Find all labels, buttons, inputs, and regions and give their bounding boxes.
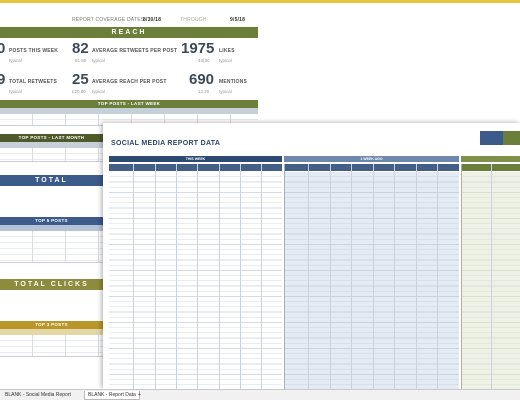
this-week-column-header bbox=[109, 164, 282, 171]
grid-line bbox=[491, 164, 492, 389]
tab-report-data[interactable]: BLANK - Report Data bbox=[84, 391, 140, 400]
legend-green-swatch bbox=[503, 131, 520, 145]
grid-line bbox=[308, 164, 309, 389]
metric-typical-label: typical bbox=[92, 58, 105, 63]
metric-typical-value: 81.90 bbox=[75, 58, 87, 63]
grid-line bbox=[219, 164, 220, 389]
metric-label: AVERAGE REACH PER POST bbox=[92, 79, 167, 85]
side-legend-block bbox=[480, 131, 520, 149]
legend-blue-swatch bbox=[480, 131, 503, 145]
reach-header: REACH bbox=[0, 27, 258, 38]
week-ago-column-header bbox=[284, 164, 459, 171]
metric-typical-label: typical bbox=[9, 58, 22, 63]
top5-posts-table bbox=[0, 231, 103, 263]
sheet-tab-bar: BLANK - Social Media Report BLANK - Repo… bbox=[0, 389, 520, 400]
metric-value: 82 bbox=[72, 40, 89, 57]
grid-line bbox=[330, 164, 331, 389]
grid-line bbox=[176, 164, 177, 389]
week-ago-rows[interactable] bbox=[284, 172, 459, 389]
coverage-label: REPORT COVERAGE DATES bbox=[72, 17, 145, 23]
top-posts-month-table bbox=[0, 148, 103, 162]
top5-posts-header: TOP 5 POSTS bbox=[0, 217, 103, 225]
grid-line bbox=[261, 164, 262, 389]
end-date[interactable]: 9/5/18 bbox=[230, 17, 245, 23]
grid-line bbox=[197, 164, 198, 389]
metric-value: 9 bbox=[0, 71, 6, 88]
social-media-report-data-sheet: SOCIAL MEDIA REPORT DATA THIS WEEK 1 WEE… bbox=[103, 123, 520, 389]
metric-typical-label: typical bbox=[219, 89, 232, 94]
metric-label: TOTAL RETWEETS bbox=[9, 79, 58, 85]
top3-posts-table bbox=[0, 335, 103, 357]
metric-typical-value: 44(30 bbox=[198, 58, 210, 63]
tab-social-media-report[interactable]: BLANK - Social Media Report bbox=[2, 391, 74, 400]
metric-typical-value: 12.20 bbox=[198, 89, 210, 94]
grid-line bbox=[394, 164, 395, 389]
grid-line bbox=[133, 164, 134, 389]
metric-typical-value: £20.80 bbox=[72, 89, 86, 94]
grid-line bbox=[461, 164, 462, 389]
through-label: THROUGH bbox=[180, 17, 207, 23]
grid-line bbox=[240, 164, 241, 389]
metric-value: 1975 bbox=[181, 40, 215, 57]
metric-value: 690 bbox=[189, 71, 215, 88]
grid-line bbox=[284, 164, 285, 389]
group-this-week: THIS WEEK bbox=[109, 156, 282, 162]
grid-line bbox=[351, 164, 352, 389]
metric-label: POSTS THIS WEEK bbox=[9, 48, 59, 54]
top3-posts-header: TOP 3 POSTS bbox=[0, 321, 103, 329]
add-sheet-button[interactable]: + bbox=[135, 391, 144, 400]
data-sheet-title: SOCIAL MEDIA REPORT DATA bbox=[111, 140, 221, 147]
metric-label: MENTIONS bbox=[219, 79, 247, 85]
start-date[interactable]: 8/30/18 bbox=[143, 17, 161, 23]
metric-value: 0 bbox=[0, 40, 6, 57]
metric-typical-label: typical bbox=[219, 58, 232, 63]
grid-line bbox=[437, 164, 438, 389]
metric-typical-label: typical bbox=[92, 89, 105, 94]
grid-line bbox=[155, 164, 156, 389]
total-clicks-header: TOTAL CLICKS bbox=[0, 279, 103, 290]
top-posts-last-month-header: TOP POSTS - LAST MONTH bbox=[0, 134, 103, 142]
metric-label: LIKES bbox=[219, 48, 235, 54]
group-week-ago: 1 WEEK AGO bbox=[284, 156, 459, 162]
total-engagement-header: TOTAL ENGAGEMENT bbox=[0, 175, 103, 195]
this-week-rows[interactable] bbox=[109, 172, 282, 389]
group-third bbox=[461, 156, 520, 162]
grid-line bbox=[373, 164, 374, 389]
top-posts-last-week-header: TOP POSTS - LAST WEEK bbox=[0, 100, 258, 108]
metric-typical-label: typical bbox=[9, 89, 22, 94]
metric-label: AVERAGE RETWEETS PER POST bbox=[92, 48, 178, 54]
metric-value: 25 bbox=[72, 71, 89, 88]
grid-line bbox=[416, 164, 417, 389]
